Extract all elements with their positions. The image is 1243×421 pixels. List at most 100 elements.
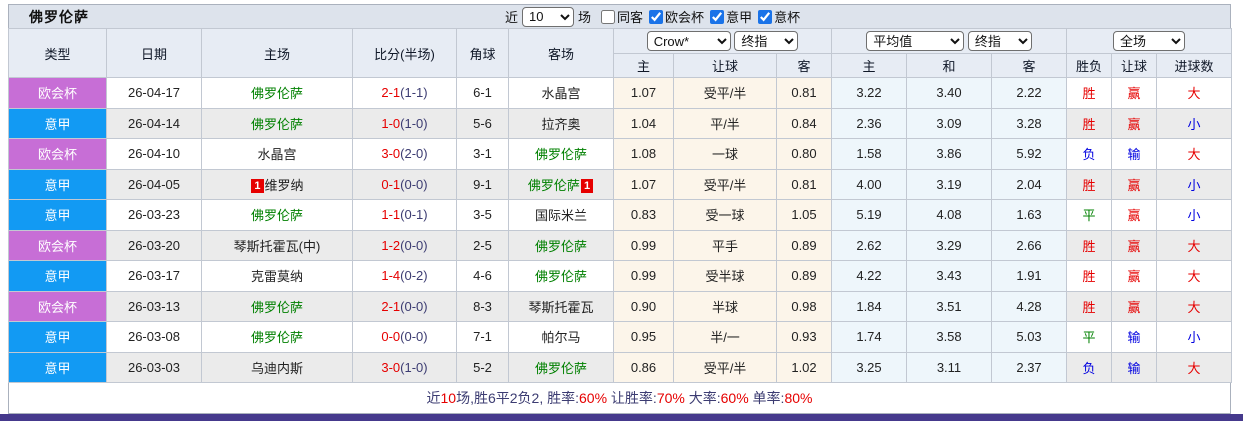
away-team[interactable]: 水晶宫: [508, 77, 614, 109]
col-header-type: 类型: [8, 28, 107, 78]
match-count-select[interactable]: 10: [522, 6, 575, 27]
corner-score: 6-1: [456, 77, 509, 109]
home-team[interactable]: 佛罗伦萨: [201, 199, 353, 231]
avg-draw: 3.86: [906, 138, 992, 170]
handicap-line: 受一球: [673, 199, 777, 231]
home-team[interactable]: 佛罗伦萨: [201, 77, 353, 109]
result-goals: 小: [1156, 321, 1233, 353]
bookmaker-select[interactable]: Crow*: [646, 31, 731, 51]
away-team[interactable]: 佛罗伦萨: [508, 351, 614, 383]
odds-home: 0.95: [613, 321, 674, 353]
half-time-score: (0-0): [400, 176, 428, 192]
home-team[interactable]: 水晶宫: [201, 138, 353, 170]
home-team[interactable]: 1 维罗纳: [201, 168, 353, 200]
result-handicap: 输: [1111, 138, 1158, 170]
away-team[interactable]: 佛罗伦萨: [508, 229, 614, 261]
scope-select[interactable]: 全场: [1113, 31, 1186, 51]
handicap-line: 半球: [673, 290, 777, 322]
home-team-name: 佛罗伦萨: [250, 299, 303, 315]
odds-home: 0.86: [613, 351, 674, 383]
filter-2[interactable]: 意甲: [710, 7, 752, 26]
match-date: 26-03-17: [106, 260, 202, 292]
away-team[interactable]: 佛罗伦萨: [508, 260, 614, 292]
half-time-score: (0-2): [400, 268, 428, 284]
odds-away: 0.80: [776, 138, 832, 170]
result-goals: 小: [1156, 168, 1233, 200]
result-handicap: 赢: [1111, 260, 1158, 292]
avg-away: 2.22: [990, 77, 1068, 109]
match-row: 意甲 26-03-17 克雷莫纳 1-4(0-2) 4-6 佛罗伦萨 0.99 受半球 0.89…: [8, 260, 1233, 292]
half-time-score: (0-0): [400, 237, 428, 253]
result-goals: 大: [1156, 77, 1233, 109]
home-team[interactable]: 佛罗伦萨: [201, 107, 353, 139]
average-select[interactable]: 平均值: [866, 31, 965, 51]
league-badge: 意甲: [8, 260, 107, 292]
home-team[interactable]: 琴斯托霍瓦(中): [201, 229, 353, 261]
corner-score: 2-5: [456, 229, 509, 261]
bottom-accent-bar: [0, 414, 1243, 421]
away-team[interactable]: 国际米兰: [508, 199, 614, 231]
col-header-home: 主场: [201, 28, 353, 78]
home-team[interactable]: 克雷莫纳: [201, 260, 353, 292]
home-team[interactable]: 佛罗伦萨: [201, 290, 353, 322]
result-handicap: 赢: [1111, 77, 1158, 109]
filter-0[interactable]: 同客: [601, 7, 643, 26]
odds-away: 0.89: [776, 260, 832, 292]
filter-checkbox-1[interactable]: [649, 9, 664, 24]
red-card-badge: 1: [251, 179, 264, 194]
away-team[interactable]: 佛罗伦萨: [508, 138, 614, 170]
half-time-score: (0-1): [400, 207, 428, 223]
odds-home: 1.04: [613, 107, 674, 139]
result-wdl: 胜: [1066, 107, 1113, 139]
match-row: 欧会杯 26-03-20 琴斯托霍瓦(中) 1-2(0-0) 2-5 佛罗伦萨 0.99 平手…: [8, 229, 1233, 261]
result-goals: 大: [1156, 260, 1233, 292]
summary-part-9: 80%: [784, 390, 813, 406]
filter-checkbox-0[interactable]: [601, 9, 616, 24]
summary-part-3: 60%: [579, 390, 608, 406]
filter-label: 欧会杯: [665, 10, 705, 25]
filter-3[interactable]: 意杯: [758, 7, 800, 26]
avg-draw: 3.43: [906, 260, 992, 292]
filter-1[interactable]: 欧会杯: [649, 7, 704, 26]
avg-home: 3.22: [831, 77, 907, 109]
summary-bar: 近10场,胜6平2负2, 胜率:60% 让胜率:70% 大率:60% 单率:80…: [8, 383, 1231, 414]
full-time-score: 1-4: [381, 268, 401, 284]
corner-score: 4-6: [456, 260, 509, 292]
filter-checkbox-3[interactable]: [758, 9, 773, 24]
summary-part-0: 近: [426, 390, 441, 406]
avg-away: 2.66: [990, 229, 1068, 261]
away-team[interactable]: 佛罗伦萨 1: [508, 168, 614, 200]
result-handicap: 输: [1111, 321, 1158, 353]
avg-home: 4.00: [831, 168, 907, 200]
team-name: 佛罗伦萨: [29, 8, 89, 25]
filter-controls: 近 10 场 同客 欧会杯 意甲 意杯: [501, 5, 800, 28]
away-team[interactable]: 帕尔马: [508, 321, 614, 353]
bookmaker-final-select[interactable]: 终指: [734, 31, 799, 51]
average-final-select[interactable]: 终指: [967, 31, 1032, 51]
result-wdl: 胜: [1066, 77, 1113, 109]
away-team[interactable]: 拉齐奥: [508, 107, 614, 139]
summary-part-8: 单率:: [748, 390, 785, 406]
match-score: 1-4(0-2): [352, 260, 457, 292]
avg-draw: 3.29: [906, 229, 992, 261]
sub-header-result-wdl: 胜负: [1066, 53, 1113, 78]
col-header-away: 客场: [508, 28, 614, 78]
match-row: 意甲 26-04-14 佛罗伦萨 1-0(1-0) 5-6 拉齐奥 1.04 平/半 0.84 2…: [8, 107, 1233, 139]
away-team-name: 国际米兰: [534, 208, 587, 224]
away-team[interactable]: 琴斯托霍瓦: [508, 290, 614, 322]
league-badge: 意甲: [8, 321, 107, 353]
odds-away: 0.98: [776, 290, 832, 322]
away-team-name: 拉齐奥: [541, 116, 581, 132]
match-row: 意甲 26-04-05 1 维罗纳 0-1(0-0) 9-1 佛罗伦萨 1 1.07 受平/半 0.…: [8, 168, 1233, 200]
home-team[interactable]: 乌迪内斯: [201, 351, 353, 383]
match-date: 26-03-08: [106, 321, 202, 353]
avg-away: 1.91: [990, 260, 1068, 292]
avg-away: 3.28: [990, 107, 1068, 139]
filter-checkbox-2[interactable]: [710, 9, 725, 24]
odds-home: 0.99: [613, 260, 674, 292]
home-team[interactable]: 佛罗伦萨: [201, 321, 353, 353]
result-goals: 大: [1156, 290, 1233, 322]
odds-away: 0.81: [776, 77, 832, 109]
result-wdl: 胜: [1066, 260, 1113, 292]
avg-home: 1.58: [831, 138, 907, 170]
